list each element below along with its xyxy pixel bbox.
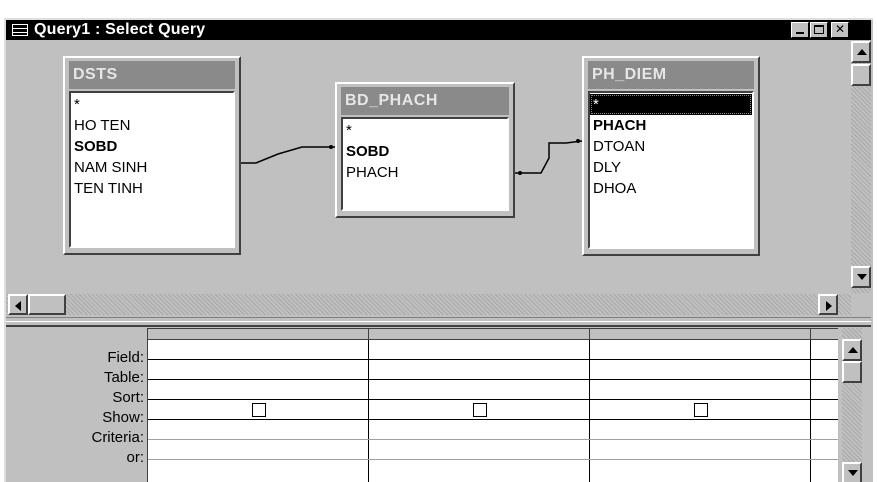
field-list-ph-diem[interactable]: PH_DIEM * PHACH DTOAN DLY DHOA bbox=[582, 56, 760, 256]
field-item[interactable]: NAM SINH bbox=[71, 157, 233, 178]
minimize-icon bbox=[796, 32, 804, 34]
field-list-body: * SOBD PHACH bbox=[341, 117, 509, 211]
maximize-button[interactable] bbox=[810, 22, 828, 38]
join-line-sobd bbox=[241, 146, 335, 164]
arrow-left-icon bbox=[15, 301, 21, 311]
field-item[interactable]: SOBD bbox=[343, 141, 507, 162]
arrow-down-icon bbox=[848, 470, 858, 476]
join-end-marker bbox=[518, 171, 522, 175]
arrow-up-icon bbox=[857, 49, 867, 55]
field-item[interactable]: PHACH bbox=[590, 115, 752, 136]
table-pane-vscroll[interactable] bbox=[851, 40, 871, 293]
column-selector[interactable] bbox=[148, 329, 369, 340]
row-divider bbox=[148, 439, 838, 440]
design-grid-pane: Field: Table: Sort: Show: Criteria: or: bbox=[6, 327, 871, 482]
scroll-thumb[interactable] bbox=[842, 361, 862, 383]
scroll-up-button[interactable] bbox=[842, 339, 862, 361]
column-divider bbox=[589, 340, 590, 482]
close-button[interactable]: ✕ bbox=[831, 22, 849, 38]
row-label-criteria: Criteria: bbox=[91, 429, 144, 446]
window-title: Query1 : Select Query bbox=[34, 21, 206, 38]
row-divider bbox=[148, 379, 838, 380]
join-end-marker bbox=[329, 145, 333, 149]
show-checkbox[interactable] bbox=[252, 403, 266, 417]
field-item[interactable]: SOBD bbox=[71, 136, 233, 157]
scroll-down-button[interactable] bbox=[851, 266, 871, 288]
field-list-title[interactable]: PH_DIEM bbox=[588, 61, 754, 89]
row-label-or: or: bbox=[126, 449, 144, 466]
column-divider bbox=[810, 340, 811, 482]
field-item[interactable]: DTOAN bbox=[590, 136, 752, 157]
arrow-up-icon bbox=[848, 347, 858, 353]
row-divider bbox=[148, 459, 838, 460]
arrow-down-icon bbox=[857, 274, 867, 280]
scroll-left-button[interactable] bbox=[8, 294, 28, 315]
field-item[interactable]: * bbox=[590, 94, 752, 115]
field-item[interactable]: DHOA bbox=[590, 178, 752, 199]
row-label-field: Field: bbox=[107, 349, 144, 366]
field-list-title[interactable]: DSTS bbox=[69, 61, 235, 89]
row-divider bbox=[148, 419, 838, 420]
pane-splitter[interactable] bbox=[6, 317, 871, 327]
grid-vscroll[interactable] bbox=[842, 328, 862, 482]
field-item[interactable]: HO TEN bbox=[71, 115, 233, 136]
maximize-icon bbox=[814, 25, 824, 34]
arrow-right-icon bbox=[826, 301, 832, 311]
scroll-right-button[interactable] bbox=[818, 294, 838, 315]
field-item[interactable]: DLY bbox=[590, 157, 752, 178]
join-line-phach bbox=[515, 140, 583, 174]
field-list-title[interactable]: BD_PHACH bbox=[341, 87, 509, 115]
field-list-body: * HO TEN SOBD NAM SINH TEN TINH bbox=[69, 91, 235, 248]
scroll-down-button[interactable] bbox=[842, 462, 862, 482]
query-design-window: Query1 : Select Query ✕ DSTS * HO TEN SO… bbox=[4, 18, 873, 482]
row-divider bbox=[148, 399, 838, 400]
query-design-grid[interactable] bbox=[147, 328, 838, 482]
close-icon: ✕ bbox=[834, 22, 846, 36]
column-divider bbox=[368, 340, 369, 482]
field-list-bd-phach[interactable]: BD_PHACH * SOBD PHACH bbox=[335, 82, 515, 218]
join-end-marker bbox=[576, 139, 580, 143]
column-selector[interactable] bbox=[369, 329, 590, 340]
row-label-show: Show: bbox=[102, 409, 144, 426]
table-pane: DSTS * HO TEN SOBD NAM SINH TEN TINH BD_… bbox=[6, 40, 871, 317]
show-checkbox[interactable] bbox=[473, 403, 487, 417]
minimize-button[interactable] bbox=[791, 22, 809, 38]
field-item[interactable]: TEN TINH bbox=[71, 178, 233, 199]
row-label-table: Table: bbox=[103, 369, 144, 386]
row-label-sort: Sort: bbox=[112, 389, 144, 406]
title-bar[interactable]: Query1 : Select Query ✕ bbox=[6, 20, 871, 40]
field-list-dsts[interactable]: DSTS * HO TEN SOBD NAM SINH TEN TINH bbox=[63, 56, 241, 255]
scroll-thumb[interactable] bbox=[851, 64, 871, 86]
table-pane-hscroll[interactable] bbox=[6, 294, 851, 315]
scroll-up-button[interactable] bbox=[851, 41, 871, 63]
field-list-body: * PHACH DTOAN DLY DHOA bbox=[588, 91, 754, 249]
field-item[interactable]: * bbox=[343, 120, 507, 141]
field-item[interactable]: PHACH bbox=[343, 162, 507, 183]
field-item[interactable]: * bbox=[71, 94, 233, 115]
row-divider bbox=[148, 359, 838, 360]
column-selector[interactable] bbox=[590, 329, 811, 340]
column-selector[interactable] bbox=[811, 329, 838, 340]
scroll-thumb[interactable] bbox=[28, 294, 66, 315]
show-checkbox[interactable] bbox=[694, 403, 708, 417]
query-icon bbox=[12, 24, 28, 36]
